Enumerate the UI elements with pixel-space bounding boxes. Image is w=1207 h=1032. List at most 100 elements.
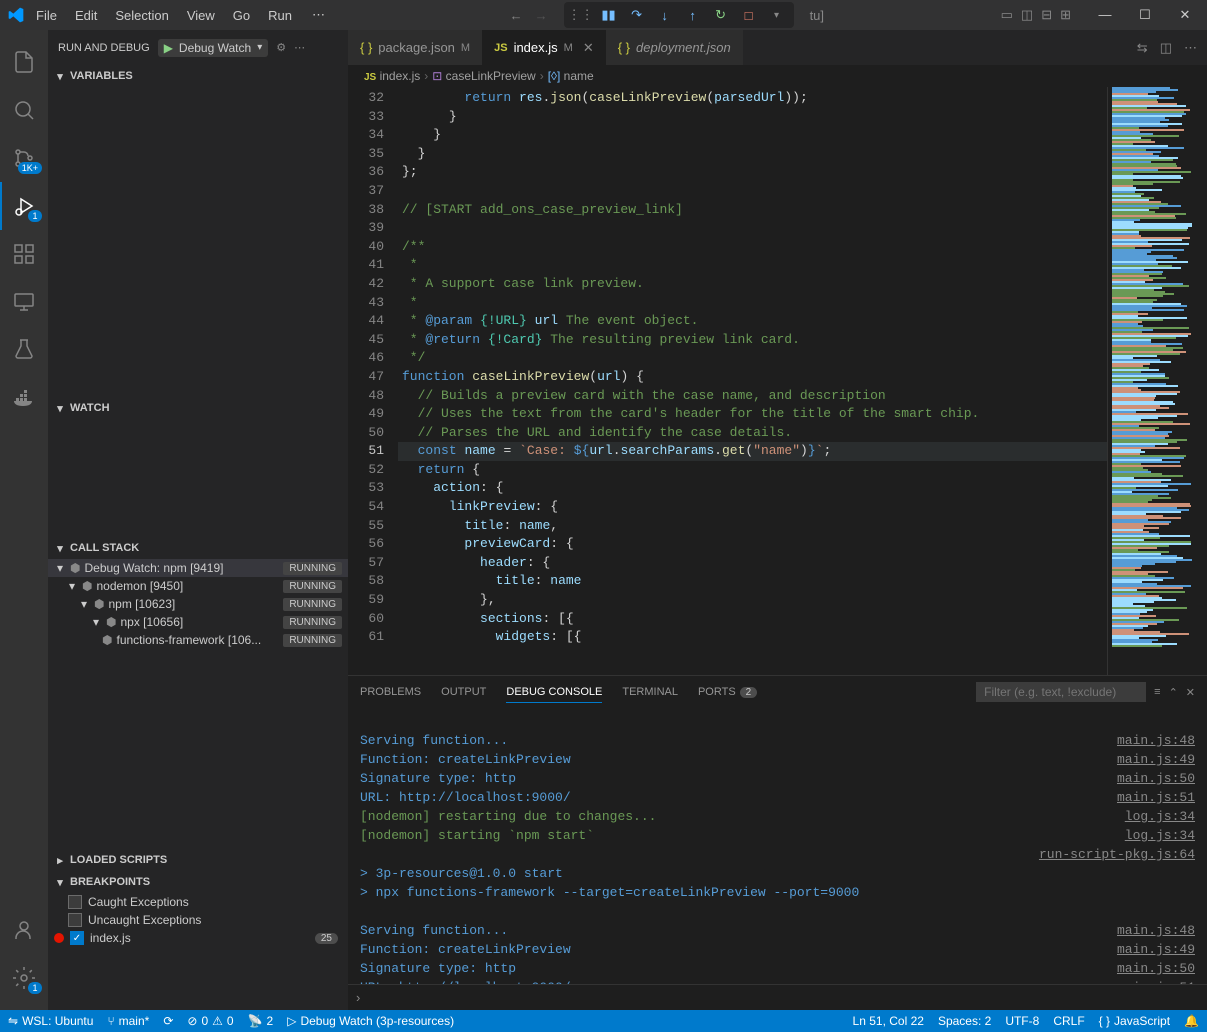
section-variables[interactable]: ▾ VARIABLES <box>48 65 348 87</box>
maximize-button[interactable]: ☐ <box>1131 7 1159 23</box>
sync-button[interactable]: ⟳ <box>163 1014 173 1028</box>
debug-step-over-icon[interactable]: ↷ <box>628 6 646 24</box>
minimize-button[interactable]: — <box>1091 7 1119 23</box>
ports-status[interactable]: 📡 2 <box>248 1014 274 1028</box>
chevron-down-icon[interactable]: ▾ <box>768 6 786 24</box>
breadcrumb-item[interactable]: JS index.js <box>364 69 420 83</box>
editor-tab[interactable]: { }deployment.json <box>606 30 743 65</box>
debug-drag-handle-icon[interactable]: ⋮⋮ <box>572 6 590 24</box>
breadcrumb-item[interactable]: [◊] name <box>548 69 594 83</box>
section-breakpoints[interactable]: ▾ BREAKPOINTS <box>48 871 348 893</box>
menu-item-view[interactable]: View <box>179 4 223 27</box>
debug-console-output[interactable]: Serving function...main.js:48Function: c… <box>348 708 1207 984</box>
explorer-icon[interactable] <box>0 38 48 86</box>
panel-close-icon[interactable]: ✕ <box>1186 686 1195 699</box>
debug-status[interactable]: ▷ Debug Watch (3p-resources) <box>287 1014 454 1028</box>
breadcrumbs[interactable]: JS index.js›⊡ caseLinkPreview›[◊] name <box>348 65 1207 87</box>
close-button[interactable]: ✕ <box>1171 7 1199 23</box>
debug-step-into-icon[interactable]: ↓ <box>656 6 674 24</box>
debug-step-out-icon[interactable]: ↑ <box>684 6 702 24</box>
search-icon[interactable] <box>0 86 48 134</box>
checkbox-icon[interactable] <box>68 895 82 909</box>
console-source-link[interactable]: main.js:48 <box>1117 731 1195 750</box>
debug-restart-icon[interactable]: ↻ <box>712 6 730 24</box>
title-text[interactable]: tu] <box>810 8 824 23</box>
callstack-item[interactable]: ▾⬢npm [10623]RUNNING <box>48 595 348 613</box>
menu-item-run[interactable]: Run <box>260 4 300 27</box>
split-icon[interactable]: ◫ <box>1160 40 1172 56</box>
debug-pause-icon[interactable]: ▮▮ <box>600 6 618 24</box>
checkbox-icon[interactable]: ✓ <box>70 931 84 945</box>
encoding[interactable]: UTF-8 <box>1005 1014 1039 1028</box>
menu-item-go[interactable]: Go <box>225 4 258 27</box>
section-watch[interactable]: ▾ WATCH <box>48 397 348 419</box>
remote-explorer-icon[interactable] <box>0 278 48 326</box>
cursor-position[interactable]: Ln 51, Col 22 <box>853 1014 924 1028</box>
breadcrumb-item[interactable]: ⊡ caseLinkPreview <box>432 69 535 83</box>
console-source-link[interactable]: log.js:34 <box>1125 826 1195 845</box>
indentation[interactable]: Spaces: 2 <box>938 1014 991 1028</box>
callstack-item[interactable]: ▾⬢nodemon [9450]RUNNING <box>48 577 348 595</box>
more-icon[interactable]: ⋯ <box>294 41 305 54</box>
callstack-item[interactable]: ▾⬢npx [10656]RUNNING <box>48 613 348 631</box>
debug-config-selector[interactable]: ▶ Debug Watch ▾ <box>158 39 269 57</box>
panel-tab-problems[interactable]: PROBLEMS <box>360 682 421 702</box>
docker-icon[interactable] <box>0 374 48 422</box>
compare-icon[interactable]: ⇆ <box>1137 40 1148 56</box>
run-debug-icon[interactable]: 1 <box>0 182 48 230</box>
console-source-link[interactable]: main.js:50 <box>1117 769 1195 788</box>
code-editor[interactable]: return res.json(caseLinkPreview(parsedUr… <box>398 87 1107 675</box>
panel-tab-ports[interactable]: PORTS2 <box>698 682 757 702</box>
git-branch[interactable]: ⑂ main* <box>107 1014 149 1028</box>
editor-tab[interactable]: JSindex.jsM✕ <box>482 30 606 65</box>
eol[interactable]: CRLF <box>1053 1014 1084 1028</box>
gear-icon[interactable]: ⚙ <box>276 41 286 54</box>
nav-forward-icon[interactable]: → <box>535 8 548 23</box>
section-loaded-scripts[interactable]: ▸ LOADED SCRIPTS <box>48 849 348 871</box>
more-icon[interactable]: ⋯ <box>1184 40 1197 56</box>
accounts-icon[interactable] <box>0 906 48 954</box>
console-source-link[interactable]: log.js:34 <box>1125 807 1195 826</box>
console-source-link[interactable]: main.js:49 <box>1117 750 1195 769</box>
filter-settings-icon[interactable]: ≡ <box>1154 686 1160 698</box>
panel-tab-terminal[interactable]: TERMINAL <box>622 682 678 702</box>
console-source-link[interactable]: main.js:48 <box>1117 921 1195 940</box>
notifications-icon[interactable]: 🔔 <box>1184 1014 1199 1028</box>
callstack-item[interactable]: ⬢functions-framework [106...RUNNING <box>48 631 348 649</box>
editor-tab[interactable]: { }package.jsonM <box>348 30 482 65</box>
panel-tab-output[interactable]: OUTPUT <box>441 682 486 702</box>
layout-panel-bottom-icon[interactable]: ⊟ <box>1041 7 1052 23</box>
console-source-link[interactable]: main.js:50 <box>1117 959 1195 978</box>
callstack-item[interactable]: ▾⬢Debug Watch: npm [9419]RUNNING <box>48 559 348 577</box>
breakpoint-file[interactable]: ✓ index.js 25 <box>48 929 348 947</box>
panel-filter-input[interactable] <box>976 682 1146 702</box>
layout-sidebar-left-icon[interactable]: ◫ <box>1021 7 1033 23</box>
minimap[interactable] <box>1107 87 1207 675</box>
console-source-link[interactable]: main.js:51 <box>1117 788 1195 807</box>
checkbox-icon[interactable] <box>68 913 82 927</box>
panel-maximize-icon[interactable]: ⌃ <box>1169 686 1178 699</box>
nav-back-icon[interactable]: ← <box>510 8 523 23</box>
menu-item-selection[interactable]: Selection <box>107 4 176 27</box>
breakpoint-caught[interactable]: Caught Exceptions <box>48 893 348 911</box>
testing-icon[interactable] <box>0 326 48 374</box>
close-icon[interactable]: ✕ <box>583 40 594 56</box>
layout-panel-icon[interactable]: ▭ <box>1001 7 1013 23</box>
settings-gear-icon[interactable]: 1 <box>0 954 48 1002</box>
debug-stop-icon[interactable]: □ <box>740 6 758 24</box>
menu-overflow[interactable]: ⋯ <box>304 3 333 27</box>
menu-item-file[interactable]: File <box>28 4 65 27</box>
extensions-icon[interactable] <box>0 230 48 278</box>
language-mode[interactable]: { } JavaScript <box>1099 1014 1170 1028</box>
debug-console-input[interactable]: › <box>348 984 1207 1010</box>
problems-status[interactable]: ⊘0 ⚠0 <box>187 1014 233 1028</box>
source-control-icon[interactable]: 1K+ <box>0 134 48 182</box>
section-callstack[interactable]: ▾ CALL STACK <box>48 537 348 559</box>
remote-indicator[interactable]: ⇋ WSL: Ubuntu <box>8 1014 93 1028</box>
breakpoint-uncaught[interactable]: Uncaught Exceptions <box>48 911 348 929</box>
console-source-link[interactable]: main.js:49 <box>1117 940 1195 959</box>
menu-item-edit[interactable]: Edit <box>67 4 105 27</box>
console-source-link[interactable]: run-script-pkg.js:64 <box>1039 845 1195 864</box>
panel-tab-debug-console[interactable]: DEBUG CONSOLE <box>506 682 602 703</box>
layout-customize-icon[interactable]: ⊞ <box>1060 7 1071 23</box>
